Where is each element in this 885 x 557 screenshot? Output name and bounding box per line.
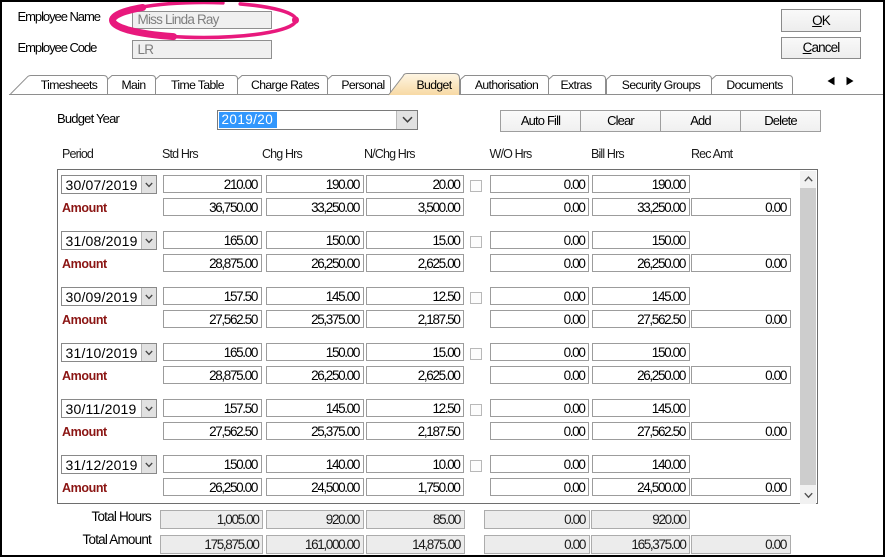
svg-text:Time Table: Time Table — [171, 78, 225, 92]
svg-text:Budget: Budget — [416, 78, 452, 92]
svg-text:Personal: Personal — [341, 78, 384, 92]
svg-text:Extras: Extras — [561, 78, 592, 92]
svg-text:Security Groups: Security Groups — [622, 78, 701, 92]
svg-text:Timesheets: Timesheets — [41, 78, 98, 92]
svg-text:Main: Main — [121, 78, 145, 92]
svg-text:Documents: Documents — [726, 78, 783, 92]
svg-text:Authorisation: Authorisation — [475, 78, 538, 92]
svg-text:Charge Rates: Charge Rates — [251, 78, 320, 92]
